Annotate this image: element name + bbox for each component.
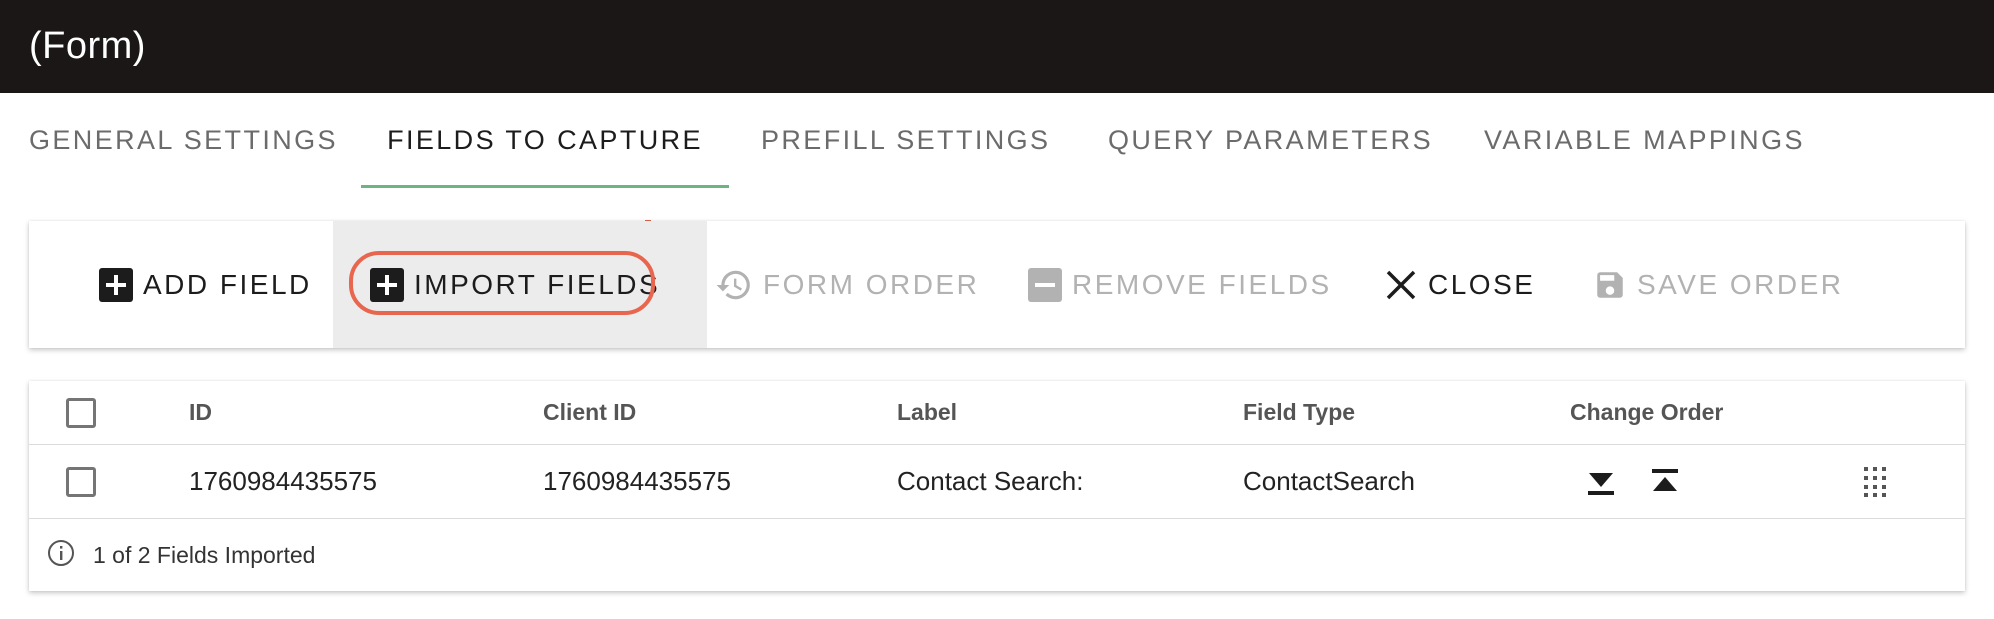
tab-bar: General Settings Fields to Capture Prefi…	[0, 93, 1994, 188]
title-bar: (Form)	[0, 0, 1994, 93]
import-fields-label: Import Fields	[414, 268, 661, 300]
save-icon	[1593, 267, 1627, 303]
cell-label: Contact Search:	[897, 466, 1084, 496]
save-order-label: Save Order	[1637, 268, 1844, 300]
table-header-row: ID Client ID Label Field Type Change Ord…	[29, 381, 1965, 445]
column-header-change-order: Change Order	[1570, 399, 1724, 425]
add-field-label: Add Field	[143, 268, 312, 300]
column-header-id: ID	[189, 399, 212, 425]
remove-fields-label: Remove Fields	[1072, 268, 1332, 300]
plus-box-icon	[99, 267, 133, 302]
row-select-checkbox[interactable]	[66, 466, 96, 497]
import-status-message: 1 of 2 Fields Imported	[93, 541, 316, 568]
tab-fields-to-capture[interactable]: Fields to Capture	[361, 93, 729, 188]
close-icon	[1384, 268, 1418, 302]
column-header-field-type: Field Type	[1243, 399, 1356, 425]
remove-fields-button[interactable]: Remove Fields	[1028, 221, 1332, 348]
info-icon	[46, 538, 76, 573]
cell-id: 1760984435575	[189, 466, 377, 496]
select-all-checkbox[interactable]	[66, 397, 96, 428]
drag-handle-icon[interactable]	[1864, 466, 1886, 497]
table-footer: 1 of 2 Fields Imported	[29, 519, 1965, 591]
table-row: 1760984435575 1760984435575 Contact Sear…	[29, 445, 1965, 519]
move-to-bottom-icon[interactable]	[1588, 469, 1614, 495]
column-header-label: Label	[897, 399, 958, 425]
tab-query-parameters[interactable]: Query Parameters	[1108, 93, 1433, 188]
fields-table: ID Client ID Label Field Type Change Ord…	[29, 381, 1965, 591]
cell-client-id: 1760984435575	[543, 466, 731, 496]
tab-general-settings[interactable]: General Settings	[29, 93, 338, 188]
active-tab-indicator	[361, 185, 729, 188]
history-icon	[715, 266, 753, 304]
plus-box-icon	[370, 267, 404, 302]
add-field-button[interactable]: Add Field	[99, 221, 312, 348]
minus-box-icon	[1028, 267, 1062, 302]
window-title: (Form)	[29, 25, 146, 67]
fields-toolbar: Add Field Import Fields Form Order Remov…	[29, 221, 1965, 348]
move-to-top-icon[interactable]	[1652, 468, 1678, 495]
cell-field-type: ContactSearch	[1243, 466, 1415, 496]
tab-variable-mappings[interactable]: Variable Mappings	[1484, 93, 1805, 188]
save-order-button[interactable]: Save Order	[1593, 221, 1844, 348]
form-order-label: Form Order	[763, 268, 980, 300]
tab-prefill-settings[interactable]: Prefill Settings	[761, 93, 1050, 188]
close-label: Close	[1428, 268, 1536, 300]
close-button[interactable]: Close	[1384, 221, 1535, 348]
form-order-button[interactable]: Form Order	[715, 221, 979, 348]
import-fields-button[interactable]: Import Fields	[333, 221, 707, 348]
column-header-client-id: Client ID	[543, 399, 637, 425]
